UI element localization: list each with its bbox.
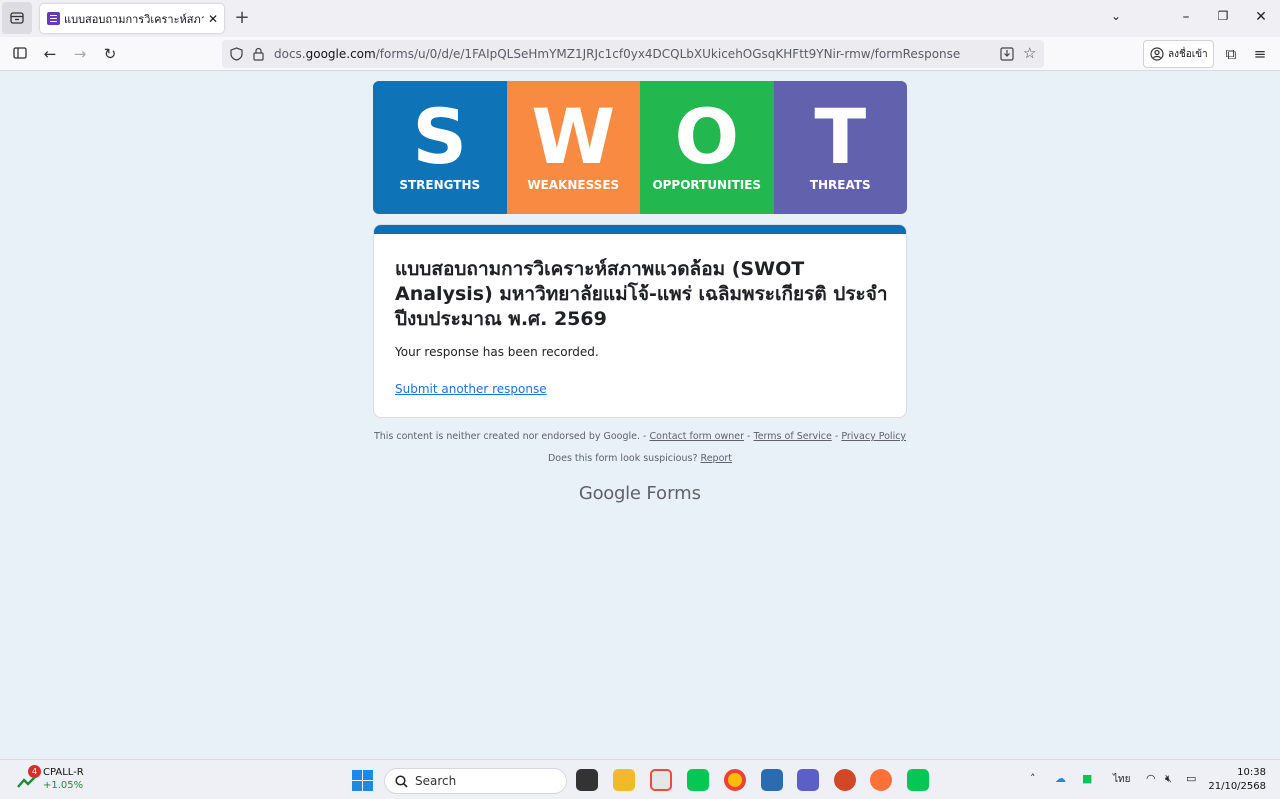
windows-taskbar: 4 CPALL-R +1.05% Search ˄ ☁ ■ ไทย ◠ 🔇︎ ▭… <box>0 759 1280 799</box>
extensions-puzzle-icon[interactable]: ⧉ <box>1221 44 1241 64</box>
forms-wordmark: Forms <box>646 483 702 504</box>
stock-name: CPALL-R <box>43 767 84 778</box>
response-card: แบบสอบถามการวิเคราะห์สภาพแวดล้อม (SWOT A… <box>373 224 907 418</box>
report-link[interactable]: Report <box>701 453 733 464</box>
footer-disclaimer: This content is neither created nor endo… <box>0 431 1280 442</box>
reload-icon[interactable]: ↻ <box>100 44 120 64</box>
swot-threats: T THREATS <box>773 81 907 214</box>
swot-word: THREATS <box>809 178 871 192</box>
swot-word: WEAKNESSES <box>527 178 620 192</box>
clock-time[interactable]: 10:38 <box>1222 767 1266 778</box>
task-view-icon[interactable] <box>576 769 598 791</box>
sidebar-toggle-icon[interactable] <box>10 44 30 64</box>
swot-word: STRENGTHS <box>399 178 481 192</box>
google-forms-logo[interactable]: Google Forms <box>0 483 1280 504</box>
account-icon <box>1150 47 1164 61</box>
list-all-tabs-chevron-down-icon[interactable]: ⌄ <box>1106 9 1126 23</box>
browser-tab-bar: แบบสอบถามการวิเคราะห์สภาพแว ✕ + ⌄ – ❐ ✕ <box>0 0 1280 37</box>
taskbar-search-input[interactable]: Search <box>384 768 567 794</box>
terms-of-service-link[interactable]: Terms of Service <box>754 431 832 442</box>
swot-strengths: S STRENGTHS <box>373 81 507 214</box>
sign-in-button[interactable]: ลงชื่อเข้า <box>1143 40 1214 68</box>
form-title: แบบสอบถามการวิเคราะห์สภาพแวดล้อม (SWOT A… <box>395 258 888 330</box>
chrome-icon[interactable] <box>724 769 746 791</box>
tab-title: แบบสอบถามการวิเคราะห์สภาพแว <box>64 12 204 26</box>
tab-list-icon <box>10 12 24 24</box>
swot-word: OPPORTUNITIES <box>652 178 762 192</box>
forward-arrow-icon[interactable]: → <box>70 44 90 64</box>
line-app-icon[interactable] <box>687 769 709 791</box>
footer-report: Does this form look suspicious? Report <box>0 453 1280 464</box>
swot-letter: T <box>814 92 867 181</box>
download-page-icon[interactable] <box>1000 47 1014 61</box>
battery-icon[interactable]: ▭ <box>1186 772 1196 785</box>
windows-start-icon[interactable] <box>352 770 373 791</box>
swot-letter: S <box>412 92 468 181</box>
pinned-app-icon[interactable] <box>650 769 672 791</box>
bookmark-star-icon[interactable]: ☆ <box>1023 44 1036 62</box>
close-window-button[interactable]: ✕ <box>1251 9 1271 25</box>
line-tray-icon[interactable]: ■ <box>1082 772 1092 785</box>
browser-nav-bar: ← → ↻ docs.google.com/forms/u/0/d/e/1FAI… <box>0 37 1280 71</box>
volume-muted-icon[interactable]: 🔇︎ <box>1165 772 1172 786</box>
footer-separator: - <box>834 431 839 442</box>
lock-icon[interactable] <box>253 47 264 61</box>
swot-weaknesses: W WEAKNESSES <box>506 81 640 214</box>
contact-form-owner-link[interactable]: Contact form owner <box>650 431 745 442</box>
tab-overview-button[interactable] <box>2 2 32 34</box>
file-explorer-icon[interactable] <box>613 769 635 791</box>
new-tab-button[interactable]: + <box>232 8 252 28</box>
stock-change: +1.05% <box>43 780 84 791</box>
menu-hamburger-icon[interactable]: ≡ <box>1250 44 1270 64</box>
footer-separator: - <box>747 431 751 442</box>
swot-header-banner: S STRENGTHS W WEAKNESSES O OPPORTUNITIES… <box>373 81 907 214</box>
restore-button[interactable]: ❐ <box>1213 9 1233 23</box>
onedrive-icon[interactable]: ☁ <box>1055 772 1066 785</box>
swot-letter: W <box>531 92 616 181</box>
firefox-icon[interactable] <box>870 769 892 791</box>
show-hidden-icons-chevron-up-icon[interactable]: ˄ <box>1030 772 1036 785</box>
google-wordmark: Google <box>578 483 641 504</box>
swot-opportunities: O OPPORTUNITIES <box>640 81 774 214</box>
swot-letter: O <box>674 92 740 181</box>
card-accent-bar <box>374 225 906 234</box>
sign-in-label: ลงชื่อเข้า <box>1168 48 1208 60</box>
url-bar[interactable]: docs.google.com/forms/u/0/d/e/1FAIpQLSeH… <box>222 40 1044 68</box>
privacy-policy-link[interactable]: Privacy Policy <box>841 431 906 442</box>
search-placeholder: Search <box>415 774 457 788</box>
url-text: docs.google.com/forms/u/0/d/e/1FAIpQLSeH… <box>274 47 961 61</box>
confirmation-message: Your response has been recorded. <box>395 345 599 359</box>
shield-icon[interactable] <box>230 47 243 61</box>
wifi-icon[interactable]: ◠ <box>1146 772 1156 785</box>
powerpoint-icon[interactable] <box>834 769 856 791</box>
submit-another-response-link[interactable]: Submit another response <box>395 382 547 396</box>
suspicious-text: Does this form look suspicious? <box>547 453 698 464</box>
input-language[interactable]: ไทย <box>1113 772 1130 787</box>
back-arrow-icon[interactable]: ← <box>40 44 60 64</box>
search-icon <box>395 774 408 788</box>
tab-active[interactable]: แบบสอบถามการวิเคราะห์สภาพแว ✕ <box>40 4 224 33</box>
tab-close-icon[interactable]: ✕ <box>208 12 218 26</box>
notification-badge: 4 <box>28 765 41 778</box>
line-app-active-icon[interactable] <box>907 769 929 791</box>
teams-icon[interactable] <box>797 769 819 791</box>
disclaimer-text: This content is neither created nor endo… <box>373 431 647 442</box>
notepad-icon[interactable] <box>761 769 783 791</box>
minimize-button[interactable]: – <box>1176 9 1196 25</box>
google-forms-favicon-icon <box>47 12 60 25</box>
clock-date[interactable]: 21/10/2568 <box>1200 781 1266 792</box>
